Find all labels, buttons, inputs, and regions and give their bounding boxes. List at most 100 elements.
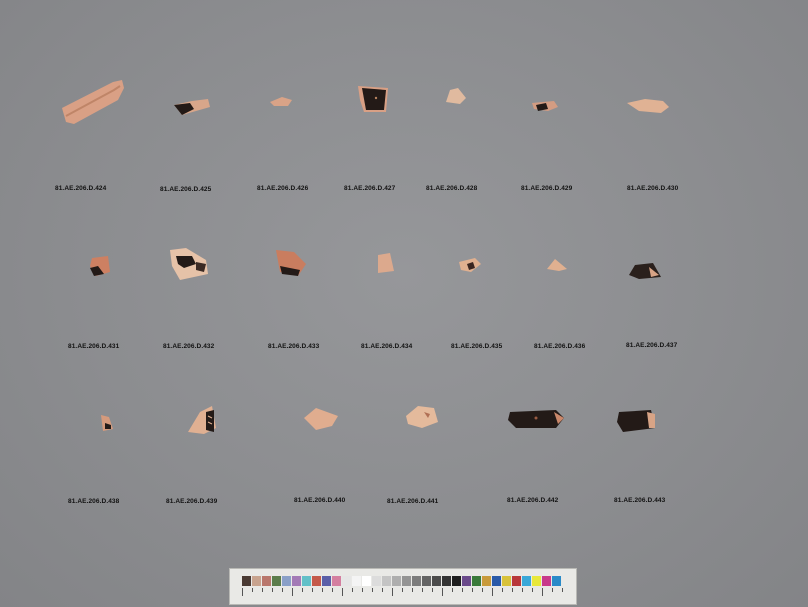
ruler-tick <box>542 588 543 596</box>
color-patch <box>502 576 511 586</box>
ruler-tick <box>472 588 473 592</box>
catalog-label: 81.AE.206.D.439 <box>166 498 218 505</box>
ruler-tick <box>252 588 253 592</box>
catalog-label: 81.AE.206.D.443 <box>614 497 666 504</box>
catalog-label: 81.AE.206.D.438 <box>68 498 120 505</box>
catalog-label: 81.AE.206.D.437 <box>626 342 678 349</box>
color-patch <box>552 576 561 586</box>
color-patch <box>452 576 461 586</box>
ruler-tick <box>342 588 343 596</box>
catalog-label: 81.AE.206.D.433 <box>268 343 320 350</box>
color-patch <box>242 576 251 586</box>
color-calibration-card <box>229 568 577 605</box>
color-patch <box>302 576 311 586</box>
ruler-tick <box>402 588 403 592</box>
catalog-label: 81.AE.206.D.425 <box>160 186 212 193</box>
shard-427 <box>358 86 388 112</box>
color-patch <box>372 576 381 586</box>
ruler-tick <box>282 588 283 592</box>
shard-432 <box>170 248 208 280</box>
catalog-label: 81.AE.206.D.436 <box>534 343 586 350</box>
color-patch <box>292 576 301 586</box>
color-patch <box>422 576 431 586</box>
ruler-tick <box>442 588 443 596</box>
catalog-label: 81.AE.206.D.427 <box>344 185 396 192</box>
color-patch <box>322 576 331 586</box>
color-patch <box>392 576 401 586</box>
color-patch <box>272 576 281 586</box>
ruler-tick <box>452 588 453 592</box>
ruler-tick <box>312 588 313 592</box>
color-patch <box>532 576 541 586</box>
shard-425 <box>174 99 210 115</box>
shard-431 <box>90 256 110 276</box>
shard-429 <box>532 101 558 111</box>
ruler-tick <box>242 588 243 596</box>
color-patch <box>442 576 451 586</box>
catalog-label: 81.AE.206.D.424 <box>55 185 107 192</box>
ruler-tick <box>362 588 363 592</box>
ruler-tick <box>522 588 523 592</box>
catalog-label: 81.AE.206.D.426 <box>257 185 309 192</box>
color-patch <box>462 576 471 586</box>
photo-backdrop: 81.AE.206.D.424 81.AE.206.D.425 81.AE.20… <box>0 0 808 607</box>
color-patch <box>472 576 481 586</box>
ruler-tick <box>532 588 533 592</box>
shard-428 <box>446 88 466 104</box>
ruler-tick <box>272 588 273 592</box>
shard-437 <box>629 263 661 279</box>
catalog-label: 81.AE.206.D.441 <box>387 498 439 505</box>
color-patch <box>312 576 321 586</box>
ruler-tick <box>562 588 563 592</box>
ruler-tick <box>382 588 383 592</box>
shard-442 <box>508 410 564 428</box>
color-patch <box>362 576 371 586</box>
shard-433 <box>276 250 306 276</box>
ruler-tick <box>372 588 373 592</box>
catalog-label: 81.AE.206.D.428 <box>426 185 478 192</box>
shard-443 <box>617 410 655 432</box>
shard-424 <box>62 80 124 124</box>
ruler-tick <box>502 588 503 592</box>
ruler-tick <box>432 588 433 592</box>
color-patch <box>342 576 351 586</box>
catalog-label: 81.AE.206.D.442 <box>507 497 559 504</box>
ruler-tick <box>552 588 553 592</box>
catalog-label: 81.AE.206.D.432 <box>163 343 215 350</box>
color-patch <box>382 576 391 586</box>
shard-434 <box>378 253 394 273</box>
catalog-label: 81.AE.206.D.430 <box>627 185 679 192</box>
color-patch <box>262 576 271 586</box>
color-patch <box>492 576 501 586</box>
ruler-tick <box>292 588 293 596</box>
shard-441 <box>406 406 438 428</box>
catalog-label: 81.AE.206.D.434 <box>361 343 413 350</box>
shard-440 <box>304 408 338 430</box>
catalog-label: 81.AE.206.D.435 <box>451 343 503 350</box>
ruler-tick <box>302 588 303 592</box>
shard-438 <box>101 415 113 431</box>
color-patch <box>482 576 491 586</box>
color-patch <box>352 576 361 586</box>
color-patch <box>542 576 551 586</box>
ruler-tick <box>482 588 483 592</box>
ruler-tick <box>332 588 333 592</box>
catalog-label: 81.AE.206.D.431 <box>68 343 120 350</box>
ruler-tick <box>512 588 513 592</box>
shard-435 <box>459 258 481 272</box>
color-patch <box>412 576 421 586</box>
ruler-tick <box>492 588 493 596</box>
ruler-tick <box>462 588 463 592</box>
shard-436 <box>547 259 567 271</box>
color-patch <box>332 576 341 586</box>
shard-430 <box>627 99 669 113</box>
color-patch <box>402 576 411 586</box>
catalog-label: 81.AE.206.D.429 <box>521 185 573 192</box>
ruler-tick <box>412 588 413 592</box>
color-patch <box>282 576 291 586</box>
ruler-tick <box>422 588 423 592</box>
ruler-tick <box>392 588 393 596</box>
shard-439 <box>188 406 216 434</box>
catalog-label: 81.AE.206.D.440 <box>294 497 346 504</box>
color-patch <box>522 576 531 586</box>
